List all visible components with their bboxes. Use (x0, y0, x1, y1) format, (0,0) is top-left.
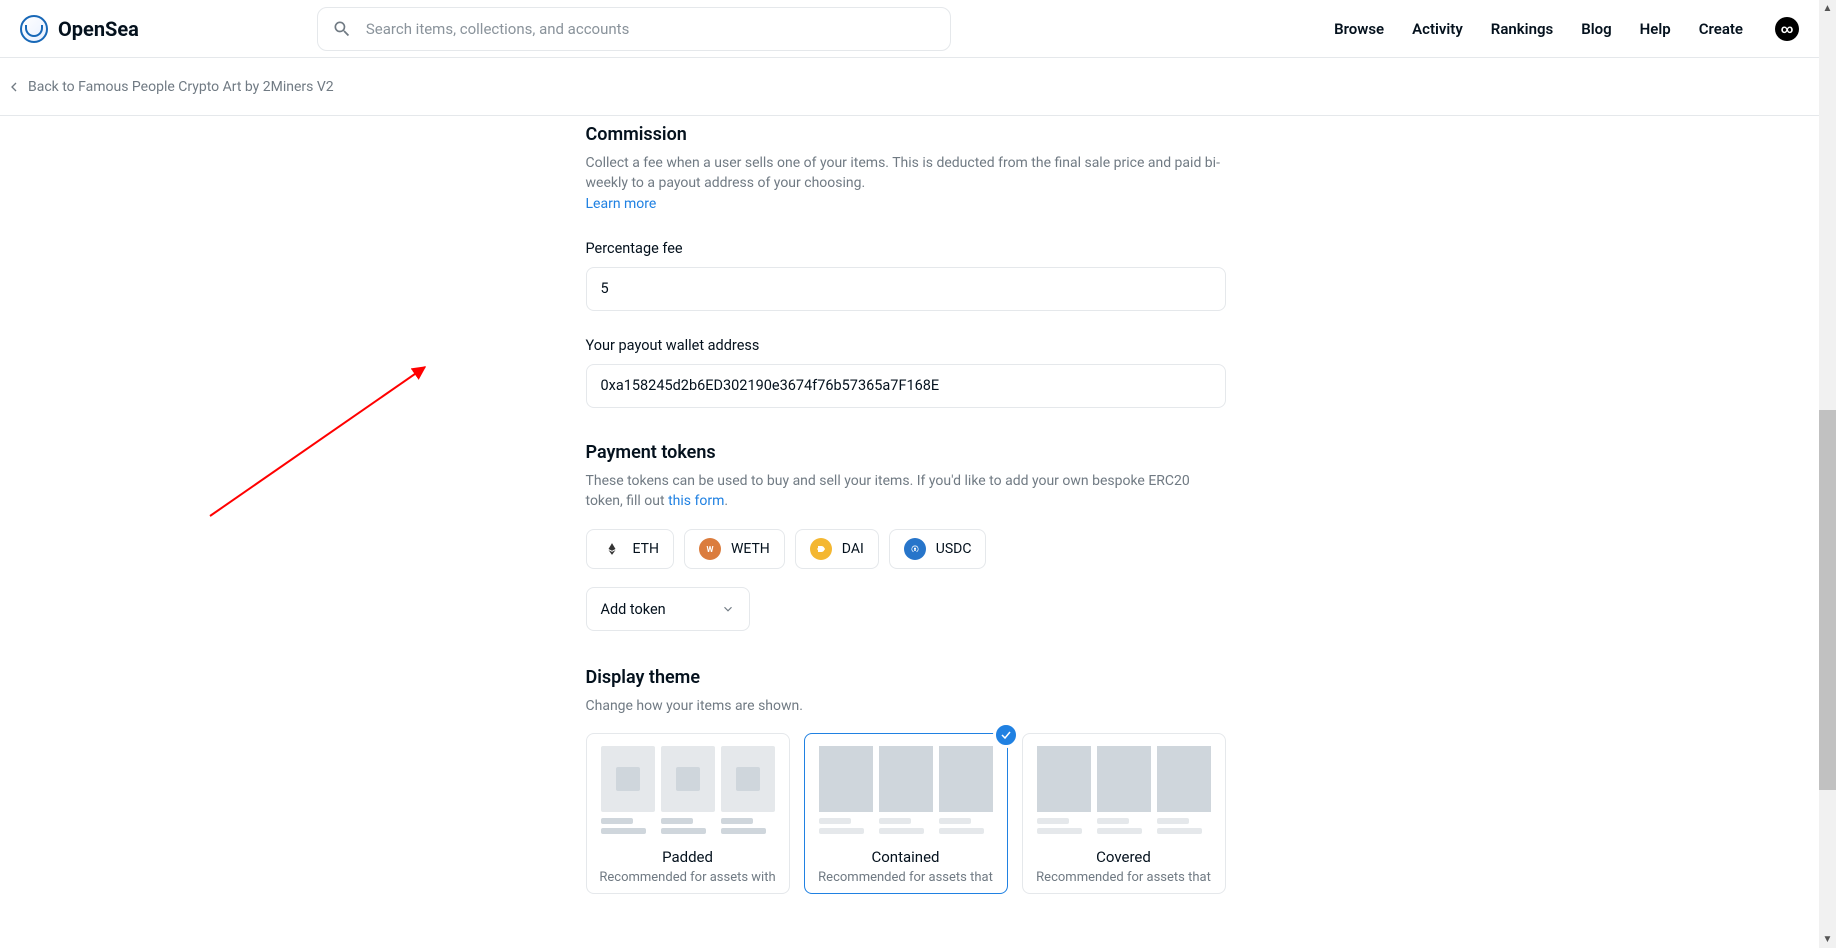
token-weth[interactable]: W WETH (684, 529, 785, 569)
add-token-label: Add token (601, 601, 666, 618)
fee-label: Percentage fee (586, 240, 1226, 257)
add-token-select[interactable]: Add token (586, 587, 750, 631)
payout-label: Your payout wallet address (586, 337, 1226, 354)
search-icon (332, 19, 352, 39)
payment-desc-post: . (724, 493, 728, 509)
payout-input[interactable] (586, 364, 1226, 408)
opensea-logo-icon (20, 15, 48, 43)
token-weth-label: WETH (731, 541, 770, 557)
token-chips: ETH W WETH DAI USDC (586, 529, 1226, 569)
usdc-icon (904, 538, 926, 560)
theme-contained-title: Contained (815, 848, 997, 866)
commission-desc: Collect a fee when a user sells one of y… (586, 153, 1226, 214)
theme-padded-sub: Recommended for assets with (597, 870, 779, 885)
check-icon (993, 722, 1019, 748)
theme-contained-sub: Recommended for assets that (815, 870, 997, 885)
token-usdc-label: USDC (936, 541, 972, 557)
token-eth-label: ETH (633, 541, 659, 557)
chevron-down-icon (721, 602, 735, 616)
brand-name: OpenSea (58, 17, 139, 41)
weth-icon: W (699, 538, 721, 560)
scroll-thumb[interactable] (1819, 410, 1836, 790)
theme-padded-title: Padded (597, 848, 779, 866)
avatar[interactable]: ∞ (1775, 17, 1799, 41)
scroll-down-icon[interactable]: ▼ (1819, 931, 1836, 948)
display-title: Display theme (586, 667, 1226, 688)
nav-create[interactable]: Create (1699, 20, 1743, 38)
nav-blog[interactable]: Blog (1581, 20, 1611, 38)
brand[interactable]: OpenSea (20, 15, 139, 43)
theme-covered-sub: Recommended for assets that (1033, 870, 1215, 885)
token-usdc[interactable]: USDC (889, 529, 987, 569)
theme-covered-title: Covered (1033, 848, 1215, 866)
theme-contained[interactable]: Contained Recommended for assets that (804, 733, 1008, 894)
theme-padded[interactable]: Padded Recommended for assets with (586, 733, 790, 894)
search-input[interactable] (366, 20, 936, 38)
token-dai-label: DAI (842, 541, 864, 557)
header: OpenSea Browse Activity Rankings Blog He… (0, 0, 1819, 58)
nav-rankings[interactable]: Rankings (1491, 20, 1553, 38)
theme-covered[interactable]: Covered Recommended for assets that (1022, 733, 1226, 894)
theme-padded-preview (597, 746, 779, 834)
scroll-up-icon[interactable]: ▲ (1819, 0, 1836, 17)
back-link[interactable]: Back to Famous People Crypto Art by 2Min… (0, 58, 1819, 116)
this-form-link[interactable]: this form (668, 493, 724, 509)
theme-covered-preview (1033, 746, 1215, 834)
back-link-label: Back to Famous People Crypto Art by 2Min… (28, 79, 334, 95)
payment-title: Payment tokens (586, 442, 1226, 463)
page-scrollbar[interactable]: ▲ ▼ (1819, 0, 1836, 948)
nav-browse[interactable]: Browse (1334, 20, 1384, 38)
commission-desc-text: Collect a fee when a user sells one of y… (586, 155, 1220, 191)
payment-desc: These tokens can be used to buy and sell… (586, 471, 1226, 512)
display-desc: Change how your items are shown. (586, 696, 1226, 716)
display-themes: Padded Recommended for assets with Conta… (586, 733, 1226, 894)
eth-icon (601, 538, 623, 560)
learn-more-link[interactable]: Learn more (586, 196, 657, 212)
dai-icon (810, 538, 832, 560)
token-dai[interactable]: DAI (795, 529, 879, 569)
nav-activity[interactable]: Activity (1412, 20, 1463, 38)
search-bar[interactable] (317, 7, 951, 51)
theme-contained-preview (815, 746, 997, 834)
top-nav: Browse Activity Rankings Blog Help Creat… (1334, 17, 1799, 41)
fee-input[interactable] (586, 267, 1226, 311)
chevron-left-icon (6, 79, 22, 95)
nav-help[interactable]: Help (1640, 20, 1671, 38)
commission-title: Commission (586, 124, 1226, 145)
token-eth[interactable]: ETH (586, 529, 674, 569)
